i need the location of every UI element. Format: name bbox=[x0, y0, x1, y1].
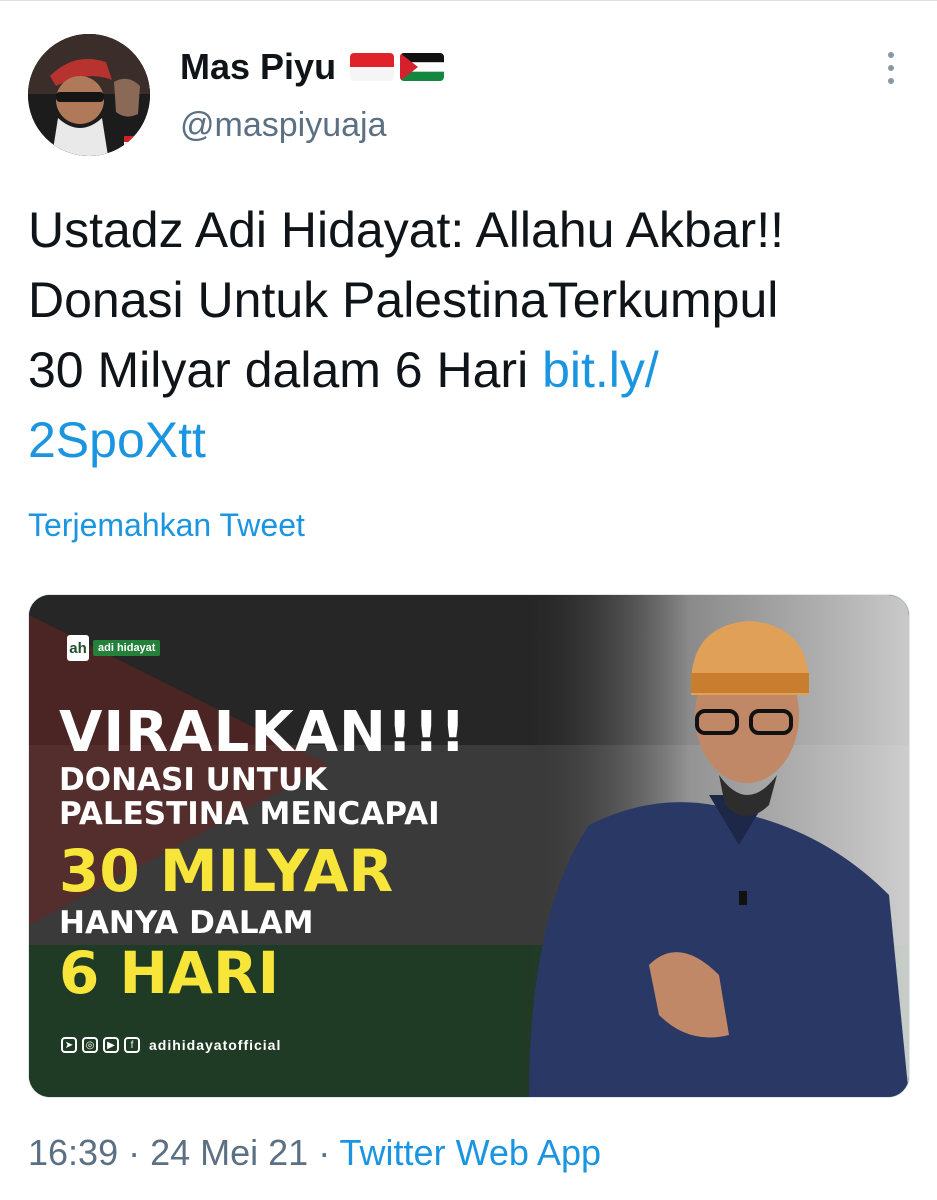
top-divider bbox=[0, 0, 937, 1]
poster-amount: 30 MILYAR bbox=[59, 837, 394, 905]
youtube-icon: ▶ bbox=[103, 1037, 119, 1053]
tweet-metadata: 16:39 · 24 Mei 21 · Twitter Web App bbox=[28, 1132, 601, 1174]
translate-tweet-link[interactable]: Terjemahkan Tweet bbox=[28, 507, 305, 544]
facebook-icon: f bbox=[124, 1037, 140, 1053]
indonesia-flag-icon bbox=[350, 53, 395, 81]
user-handle[interactable]: @maspiyuaja bbox=[180, 106, 387, 145]
poster-line: HANYA DALAM bbox=[59, 905, 314, 941]
user-name-row: Mas Piyu bbox=[180, 44, 445, 90]
instagram-icon: ◎ bbox=[82, 1037, 98, 1053]
logo-text: adi hidayat bbox=[93, 640, 161, 656]
tweet-link-continued[interactable]: 2SpoXtt bbox=[28, 412, 206, 468]
user-display-name[interactable]: Mas Piyu bbox=[180, 46, 336, 88]
telegram-icon: ➤ bbox=[61, 1037, 77, 1053]
tweet-link[interactable]: bit.ly/ bbox=[542, 342, 659, 398]
poster-headline: VIRALKAN!!! bbox=[59, 700, 467, 765]
poster-social-row: ➤ ◎ ▶ f adihidayatofficial bbox=[61, 1037, 281, 1053]
tweet-text-line: Donasi Untuk PalestinaTerkumpul bbox=[28, 272, 779, 328]
logo-mark: ah bbox=[67, 635, 89, 661]
meta-separator: · bbox=[308, 1132, 340, 1173]
poster-days: 6 HARI bbox=[59, 939, 280, 1007]
tweet-text-line: 30 Milyar dalam 6 Hari bit.ly/ bbox=[28, 335, 918, 405]
more-options-icon[interactable] bbox=[876, 52, 906, 84]
tweet-text-fragment: 30 Milyar dalam 6 Hari bbox=[28, 342, 543, 398]
avatar[interactable] bbox=[28, 34, 150, 156]
tweet-source-app[interactable]: Twitter Web App bbox=[340, 1132, 601, 1173]
poster-text: VIRALKAN!!! DONASI UNTUK PALESTINA MENCA… bbox=[59, 700, 619, 1007]
poster-line: DONASI UNTUK bbox=[59, 762, 328, 798]
channel-logo: ah adi hidayat bbox=[67, 635, 161, 661]
avatar-image bbox=[28, 34, 150, 156]
tweet-text-line: Ustadz Adi Hidayat: Allahu Akbar!! bbox=[28, 202, 784, 258]
tweet-time[interactable]: 16:39 bbox=[28, 1132, 118, 1173]
meta-separator: · bbox=[118, 1132, 151, 1173]
tweet-media-image[interactable]: ah adi hidayat VIRALKAN!!! DONASI UNTUK … bbox=[28, 594, 910, 1098]
poster-social-handle: adihidayatofficial bbox=[149, 1037, 282, 1053]
palestine-flag-icon bbox=[400, 53, 445, 81]
tweet-text-line: 2SpoXtt bbox=[28, 405, 918, 475]
poster-line: PALESTINA MENCAPAI bbox=[59, 796, 440, 832]
tweet-text: Ustadz Adi Hidayat: Allahu Akbar!! Donas… bbox=[28, 195, 918, 475]
tweet-date[interactable]: 24 Mei 21 bbox=[150, 1132, 308, 1173]
